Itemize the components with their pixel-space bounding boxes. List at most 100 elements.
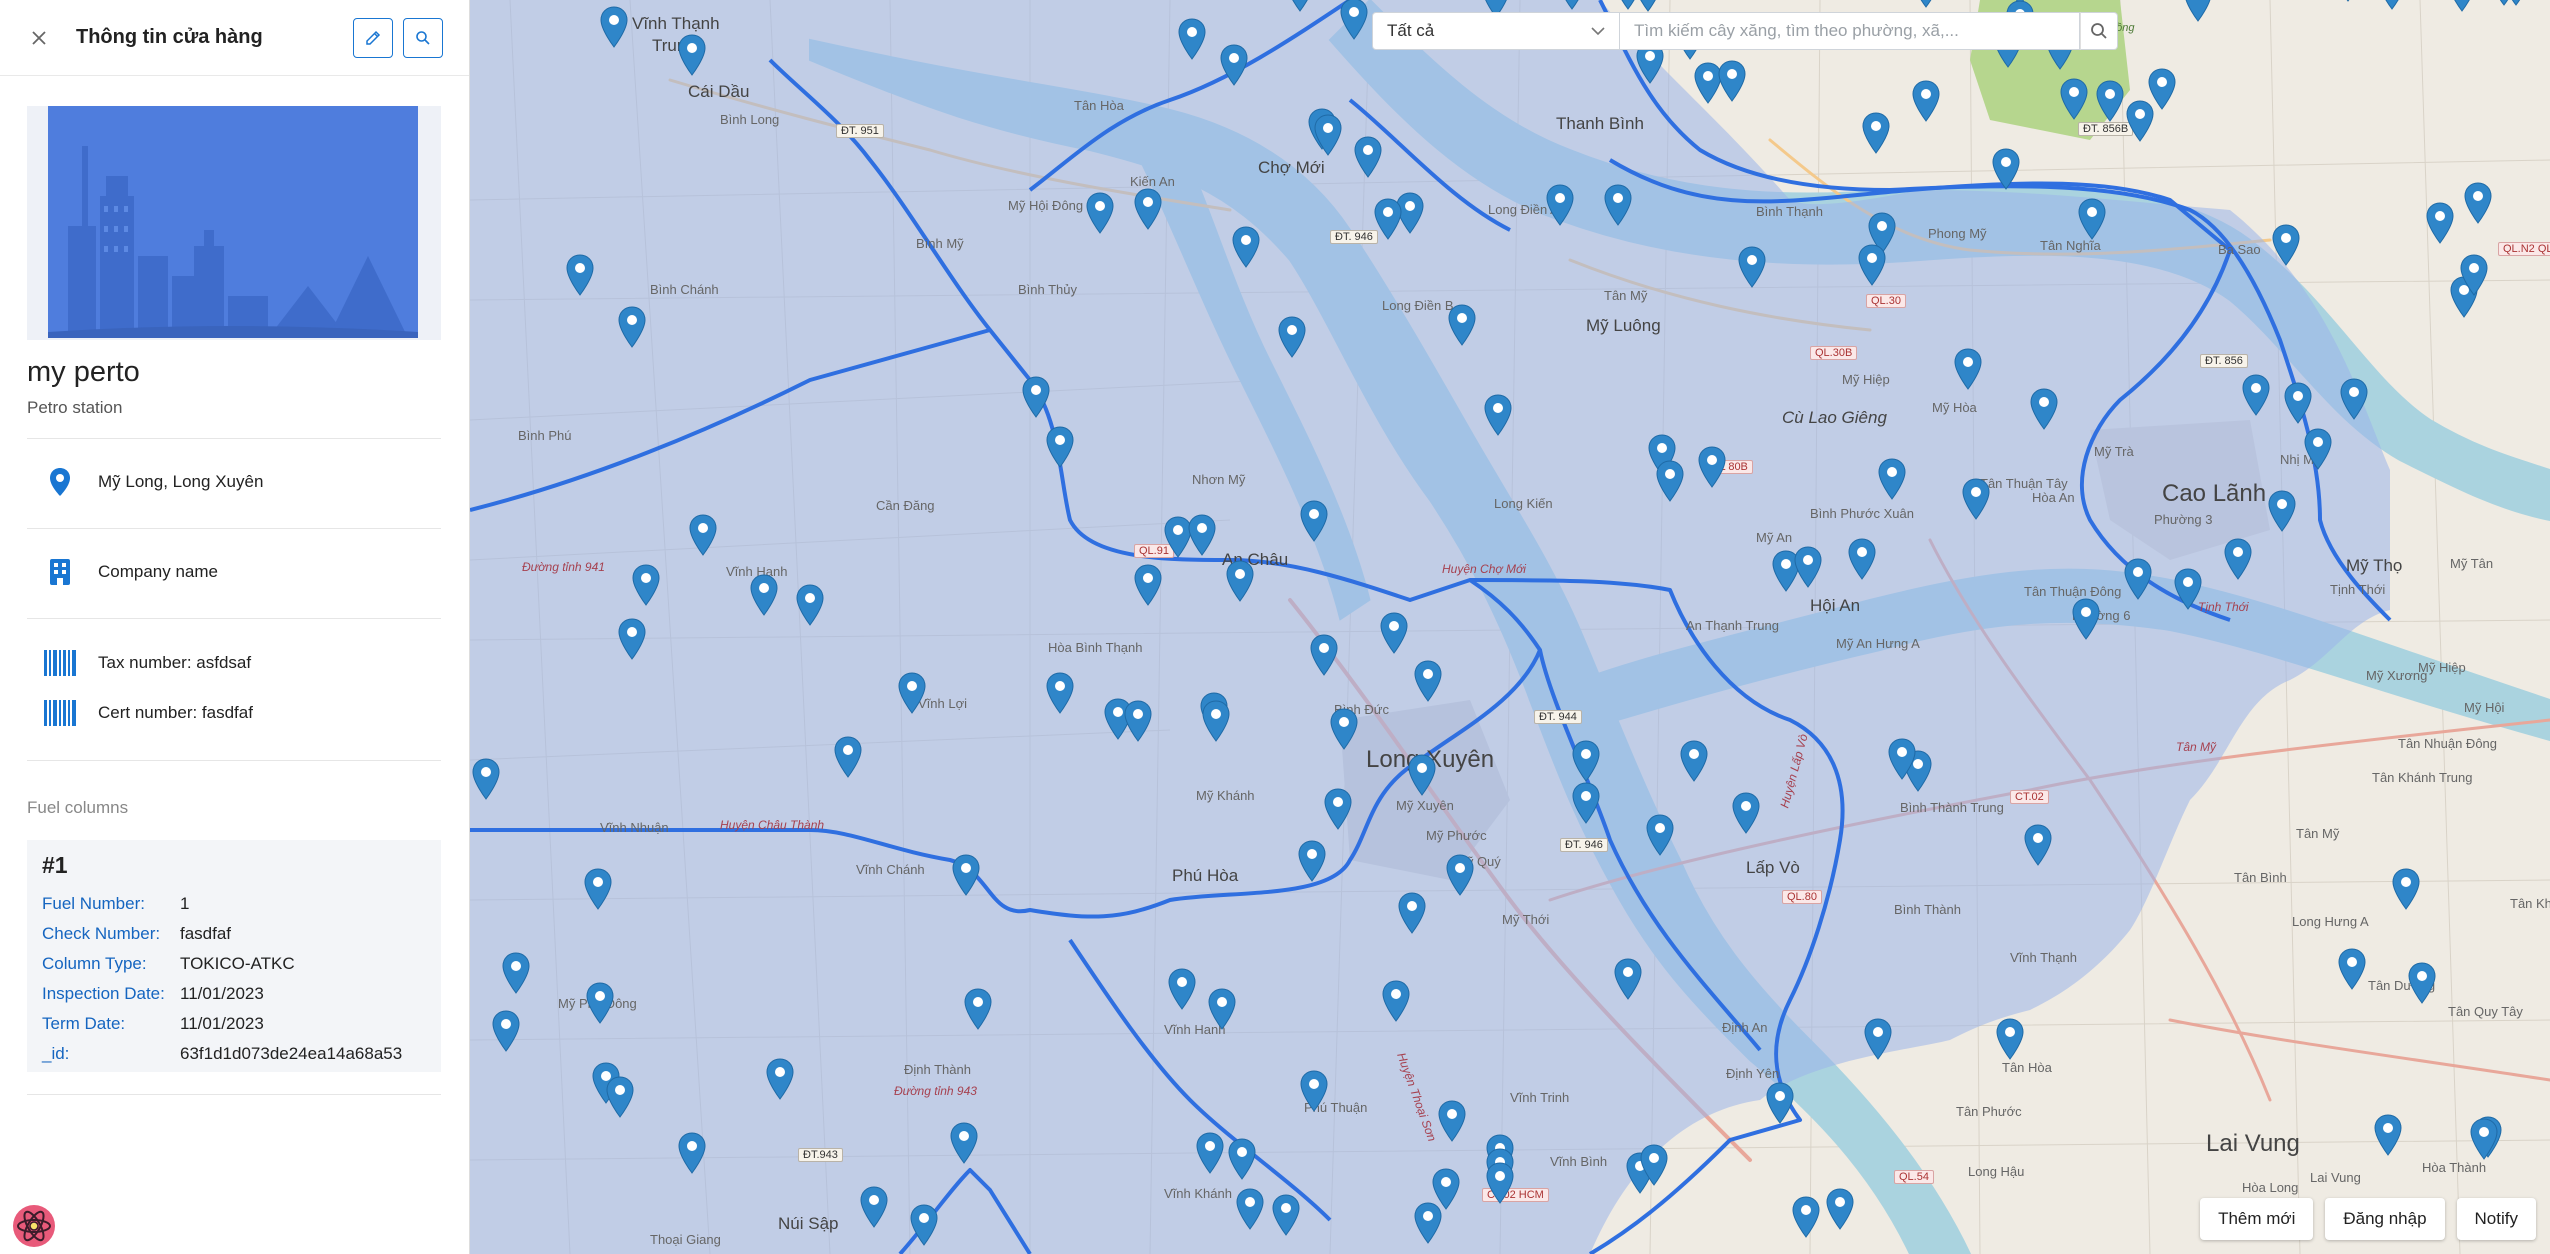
station-marker[interactable]: [1354, 136, 1382, 178]
map-canvas[interactable]: Vĩnh Thạnh Trung Cái Dầu Bình Long Tân H…: [470, 0, 2550, 1254]
station-marker[interactable]: [1374, 198, 1402, 240]
station-marker[interactable]: [472, 758, 500, 800]
station-marker[interactable]: [1862, 112, 1890, 154]
station-marker[interactable]: [834, 736, 862, 778]
station-marker[interactable]: [1572, 782, 1600, 824]
station-marker[interactable]: [1124, 700, 1152, 742]
station-marker[interactable]: [1310, 634, 1338, 676]
station-marker[interactable]: [2268, 490, 2296, 532]
station-marker[interactable]: [502, 952, 530, 994]
station-marker[interactable]: [2060, 78, 2088, 120]
station-marker[interactable]: [910, 1204, 938, 1246]
station-marker[interactable]: [2470, 1118, 2498, 1160]
station-marker[interactable]: [1202, 700, 1230, 742]
station-marker[interactable]: [1992, 148, 2020, 190]
station-marker[interactable]: [1228, 1138, 1256, 1180]
edit-button[interactable]: [353, 17, 393, 58]
station-marker[interactable]: [566, 254, 594, 296]
station-marker[interactable]: [1408, 754, 1436, 796]
search-store-button[interactable]: [403, 17, 443, 58]
station-marker[interactable]: [898, 672, 926, 714]
station-marker[interactable]: [1324, 788, 1352, 830]
station-marker[interactable]: [1698, 446, 1726, 488]
station-marker[interactable]: [1340, 0, 1368, 40]
station-marker[interactable]: [1614, 958, 1642, 1000]
station-marker[interactable]: [678, 1132, 706, 1174]
station-marker[interactable]: [2272, 224, 2300, 266]
station-marker[interactable]: [796, 584, 824, 626]
station-marker[interactable]: [1220, 44, 1248, 86]
station-marker[interactable]: [2460, 254, 2488, 296]
station-marker[interactable]: [1646, 814, 1674, 856]
station-marker[interactable]: [600, 6, 628, 48]
station-marker[interactable]: [1766, 1082, 1794, 1124]
station-marker[interactable]: [618, 618, 646, 660]
station-marker[interactable]: [1954, 348, 1982, 390]
station-marker[interactable]: [2378, 0, 2406, 10]
login-button[interactable]: Đăng nhập: [2325, 1198, 2445, 1240]
station-marker[interactable]: [1732, 792, 1760, 834]
station-marker[interactable]: [1298, 840, 1326, 882]
station-marker[interactable]: [2126, 100, 2154, 142]
station-marker[interactable]: [632, 564, 660, 606]
station-marker[interactable]: [750, 574, 778, 616]
station-marker[interactable]: [1300, 1070, 1328, 1112]
station-marker[interactable]: [1634, 0, 1662, 12]
station-marker[interactable]: [1086, 192, 1114, 234]
station-marker[interactable]: [1432, 1168, 1460, 1210]
station-marker[interactable]: [2426, 202, 2454, 244]
station-marker[interactable]: [1656, 460, 1684, 502]
station-marker[interactable]: [860, 1186, 888, 1228]
station-marker[interactable]: [2072, 598, 2100, 640]
search-input[interactable]: Tìm kiếm cây xăng, tìm theo phường, xã,.…: [1620, 12, 2080, 50]
station-marker[interactable]: [2030, 388, 2058, 430]
station-marker[interactable]: [2334, 0, 2362, 2]
station-marker[interactable]: [1546, 184, 1574, 226]
station-marker[interactable]: [1236, 1188, 1264, 1230]
station-marker[interactable]: [1484, 394, 1512, 436]
station-marker[interactable]: [2024, 824, 2052, 866]
station-marker[interactable]: [1826, 1188, 1854, 1230]
category-select[interactable]: Tất cả: [1372, 12, 1620, 50]
station-marker[interactable]: [1286, 0, 1314, 12]
station-marker[interactable]: [1448, 304, 1476, 346]
station-marker[interactable]: [2408, 962, 2436, 1004]
station-marker[interactable]: [1962, 478, 1990, 520]
station-marker[interactable]: [2096, 80, 2124, 122]
station-marker[interactable]: [2374, 1114, 2402, 1156]
close-button[interactable]: [26, 25, 52, 51]
station-marker[interactable]: [1848, 538, 1876, 580]
station-marker[interactable]: [1794, 546, 1822, 588]
station-marker[interactable]: [2224, 538, 2252, 580]
station-marker[interactable]: [2502, 0, 2530, 6]
react-logo-icon[interactable]: [8, 1202, 60, 1250]
station-marker[interactable]: [2304, 428, 2332, 470]
station-marker[interactable]: [1134, 564, 1162, 606]
station-marker[interactable]: [1134, 188, 1162, 230]
station-marker[interactable]: [2448, 0, 2476, 12]
station-marker[interactable]: [2242, 374, 2270, 416]
station-marker[interactable]: [1208, 988, 1236, 1030]
station-marker[interactable]: [1226, 560, 1254, 602]
station-marker[interactable]: [1196, 1132, 1224, 1174]
station-marker[interactable]: [1888, 738, 1916, 780]
station-marker[interactable]: [1380, 612, 1408, 654]
station-marker[interactable]: [2338, 948, 2366, 990]
station-marker[interactable]: [1278, 316, 1306, 358]
station-marker[interactable]: [1738, 246, 1766, 288]
station-marker[interactable]: [1858, 244, 1886, 286]
station-marker[interactable]: [1188, 514, 1216, 556]
station-marker[interactable]: [1414, 660, 1442, 702]
station-marker[interactable]: [2284, 382, 2312, 424]
station-marker[interactable]: [1046, 426, 1074, 468]
station-marker[interactable]: [1398, 892, 1426, 934]
station-marker[interactable]: [766, 1058, 794, 1100]
station-marker[interactable]: [1640, 1144, 1668, 1186]
station-marker[interactable]: [618, 306, 646, 348]
station-marker[interactable]: [586, 982, 614, 1024]
station-marker[interactable]: [952, 854, 980, 896]
station-marker[interactable]: [1864, 1018, 1892, 1060]
station-marker[interactable]: [1878, 458, 1906, 500]
station-marker[interactable]: [950, 1122, 978, 1164]
station-marker[interactable]: [1446, 854, 1474, 896]
